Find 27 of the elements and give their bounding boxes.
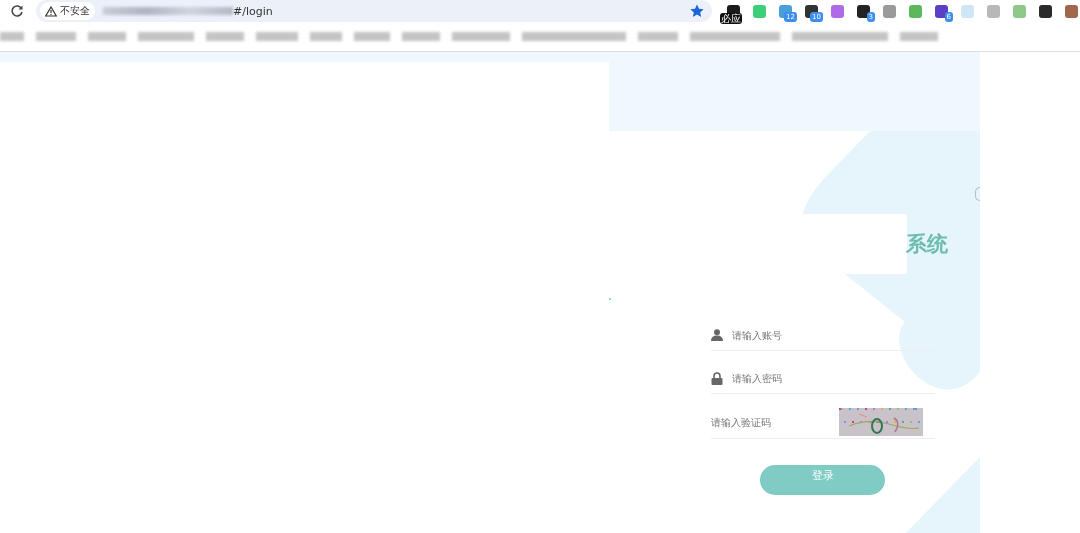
blurred-bookmark [206,32,244,41]
address-bar[interactable]: 不安全 #/login [36,0,712,22]
blurred-bookmark [256,32,298,41]
reload-icon [10,4,24,18]
input-field[interactable]: 请输入验证码 [711,416,821,428]
blurred-bookmark [310,32,342,41]
blurred-bookmark [900,32,938,41]
lock-icon [711,371,723,385]
login-button[interactable]: 登录 [760,465,885,495]
warning-icon [45,5,57,17]
blurred-bookmark [452,32,510,41]
blurred-bookmark [0,32,24,41]
extension-label: 必应 [720,13,742,24]
input-field[interactable]: 请输入账号 [732,329,842,341]
reload-button[interactable] [10,4,24,18]
blurred-bookmark [354,32,390,41]
blurred-bookmark [88,32,126,41]
input-field[interactable]: 请输入密码 [732,372,842,384]
security-chip[interactable]: 不安全 [40,2,95,20]
blurred-bookmark [138,32,194,41]
blurred-bookmark [36,32,76,41]
blurred-bookmark [638,32,678,41]
system-title: 系统 [906,231,948,258]
url-text: #/login [233,4,273,18]
dot-mark [609,298,611,300]
blurred-bookmark [402,32,440,41]
user-icon [711,329,723,341]
